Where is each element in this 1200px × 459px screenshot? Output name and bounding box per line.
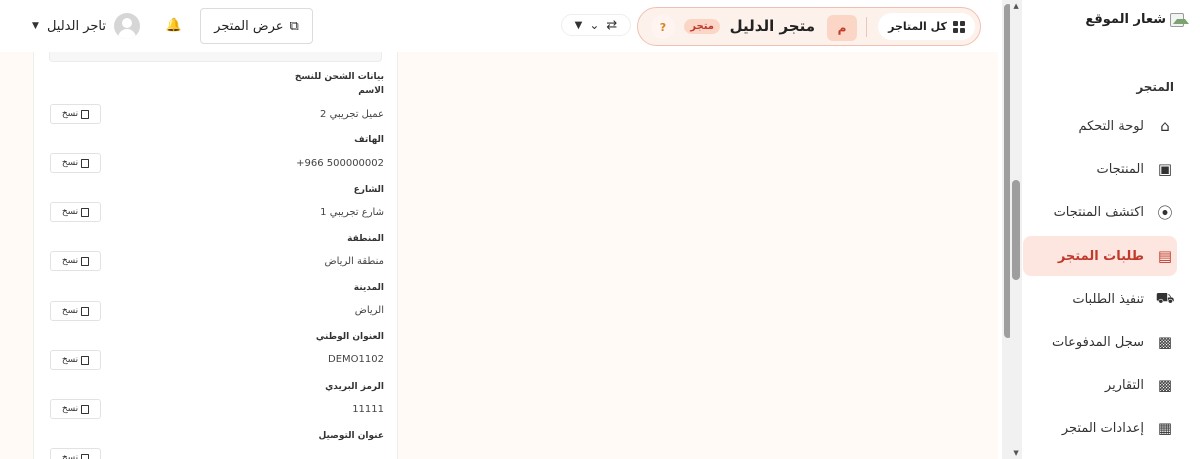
copy-button-label: نسخ — [61, 355, 79, 365]
store-avatar: م — [827, 15, 857, 41]
store-switcher-pill: كل المتاجر م متجر الدليل متجر ? — [637, 7, 981, 46]
field-label-postal-code: الرمز البريدي — [325, 382, 384, 392]
field-value-postal-code: 11111 — [352, 404, 384, 415]
copy-icon — [81, 404, 90, 414]
field-value-national-address: DEMO1102 — [328, 354, 384, 365]
sidebar-item-label: تنفيذ الطلبات — [1072, 291, 1144, 307]
sidebar-item-store-settings[interactable]: ▦ إعدادات المتجر — [1032, 408, 1178, 448]
sidebar-item-label: طلبات المتجر — [1057, 248, 1144, 264]
sidebar-item-dashboard[interactable]: ⌂ لوحة التحكم — [1032, 106, 1178, 146]
copy-button-label: نسخ — [61, 404, 79, 414]
caret-down-icon: ▼ — [574, 19, 583, 31]
scroll-up-arrow-icon[interactable]: ▲ — [1010, 0, 1022, 12]
field-value-phone: +966 500000002 — [296, 158, 384, 169]
copy-button-label: نسخ — [61, 256, 79, 266]
copy-street-button[interactable]: نسخ — [50, 202, 101, 222]
copy-icon — [81, 256, 90, 266]
field-value-street: شارع تجريبي 1 — [320, 207, 384, 218]
caret-down-icon: ▼ — [32, 21, 39, 31]
field-label-national-address: العنوان الوطني — [315, 332, 384, 342]
truck-icon: ⛟ — [1155, 289, 1175, 307]
chart-icon: ▩ — [1157, 376, 1173, 394]
copy-icon — [81, 158, 90, 168]
copy-icon — [81, 109, 90, 119]
copy-region-button[interactable]: نسخ — [50, 251, 101, 271]
all-stores-button[interactable]: كل المتاجر — [878, 13, 975, 40]
sidebar-item-label: التقارير — [1104, 377, 1144, 393]
field-value-city: الرياض — [354, 305, 384, 316]
sidebar-item-discover-products[interactable]: ⦿ اكتشف المنتجات — [1032, 192, 1178, 232]
store-icon: ▦ — [1157, 419, 1173, 437]
sidebar-item-order-fulfillment[interactable]: ⛟ تنفيذ الطلبات — [1032, 279, 1178, 319]
copy-icon — [81, 355, 90, 365]
sidebar-item-products[interactable]: ▣ المنتجات — [1032, 149, 1178, 189]
field-label-name: الاسم — [358, 86, 384, 96]
sidebar-item-label: المنتجات — [1096, 161, 1144, 177]
copy-icon — [81, 306, 90, 316]
copy-icon — [81, 207, 90, 217]
sidebar-item-store-orders[interactable]: ▤ طلبات المتجر — [1023, 236, 1177, 276]
field-label-delivery-address: عنوان التوصيل — [318, 431, 384, 441]
card-top-strip — [49, 52, 382, 62]
store-name: متجر الدليل — [729, 17, 815, 35]
swap-arrows-icon: ⇄ — [606, 17, 618, 33]
money-icon: ▩ — [1157, 333, 1173, 351]
sidebar-item-label: إعدادات المتجر — [1061, 420, 1144, 436]
copy-button-label: نسخ — [61, 207, 79, 217]
sidebar-item-payments-log[interactable]: ▩ سجل المدفوعات — [1032, 322, 1178, 362]
copy-button-label: نسخ — [61, 109, 79, 119]
compass-icon: ⦿ — [1157, 203, 1173, 222]
copy-icon — [81, 453, 90, 459]
view-store-label: عرض المتجر — [214, 18, 284, 34]
copy-city-button[interactable]: نسخ — [50, 301, 101, 321]
sidebar-item-reports[interactable]: ▩ التقارير — [1032, 365, 1178, 405]
copy-national-address-button[interactable]: نسخ — [50, 350, 101, 370]
user-menu[interactable]: تاجر الدليل ▼ — [26, 12, 140, 40]
box-icon: ▣ — [1157, 160, 1173, 178]
field-value-name: عميل تجريبي 2 — [320, 109, 384, 120]
bell-icon[interactable]: 🔔 — [166, 17, 182, 33]
copy-button-label: نسخ — [61, 158, 79, 168]
home-icon: ⌂ — [1160, 117, 1170, 135]
field-label-region: المنطقة — [347, 234, 384, 244]
chevron-down-icon: ⌄ — [589, 18, 600, 32]
sidebar-item-label: اكتشف المنتجات — [1053, 204, 1144, 220]
copy-button-label: نسخ — [61, 453, 79, 459]
sidebar-scrollbar[interactable]: ▲ ▼ — [1010, 0, 1022, 459]
field-value-region: منطقة الرياض — [324, 256, 384, 267]
shipping-data-heading: بيانات الشحن للنسخ — [294, 72, 384, 82]
site-logo[interactable]: شعار الموقع — [1085, 12, 1189, 27]
pill-divider — [866, 17, 867, 37]
field-label-phone: الهاتف — [354, 135, 384, 145]
avatar — [114, 13, 140, 39]
copy-name-button[interactable]: نسخ — [50, 104, 101, 124]
user-name: تاجر الدليل — [46, 18, 106, 34]
all-stores-label: كل المتاجر — [888, 20, 947, 33]
sidebar: شعار الموقع المتجر ⌂ لوحة التحكم ▣ المنت… — [1010, 0, 1200, 459]
field-label-street: الشارع — [353, 185, 384, 195]
scroll-down-arrow-icon[interactable]: ▼ — [1010, 447, 1022, 459]
field-label-city: المدينة — [353, 283, 384, 293]
sidebar-item-label: سجل المدفوعات — [1051, 334, 1144, 350]
store-switch-dropdown[interactable]: ▼ ⌄ ⇄ — [561, 14, 631, 36]
receipt-icon: ▤ — [1157, 247, 1173, 265]
external-link-icon: ⧉ — [289, 18, 299, 34]
copy-button-label: نسخ — [61, 306, 79, 316]
sidebar-section-title: المتجر — [1136, 80, 1174, 94]
top-bar: كل المتاجر م متجر الدليل متجر ? ▼ ⌄ ⇄ ⧉ … — [0, 0, 998, 52]
sidebar-scrollbar-thumb[interactable] — [1012, 180, 1020, 280]
copy-delivery-address-button[interactable]: نسخ — [50, 448, 101, 459]
broken-image-icon — [1170, 12, 1189, 27]
view-store-button[interactable]: ⧉ عرض المتجر — [200, 8, 313, 44]
copy-phone-button[interactable]: نسخ — [50, 153, 101, 173]
grid-icon — [952, 20, 965, 33]
sidebar-item-label: لوحة التحكم — [1078, 118, 1144, 134]
store-type-badge: متجر — [684, 19, 720, 34]
site-logo-alt-text: شعار الموقع — [1085, 12, 1166, 27]
shipping-data-card: بيانات الشحن للنسخ الاسم عميل تجريبي 2 ن… — [33, 52, 398, 459]
copy-postal-code-button[interactable]: نسخ — [50, 399, 101, 419]
help-button[interactable]: ? — [651, 15, 675, 39]
